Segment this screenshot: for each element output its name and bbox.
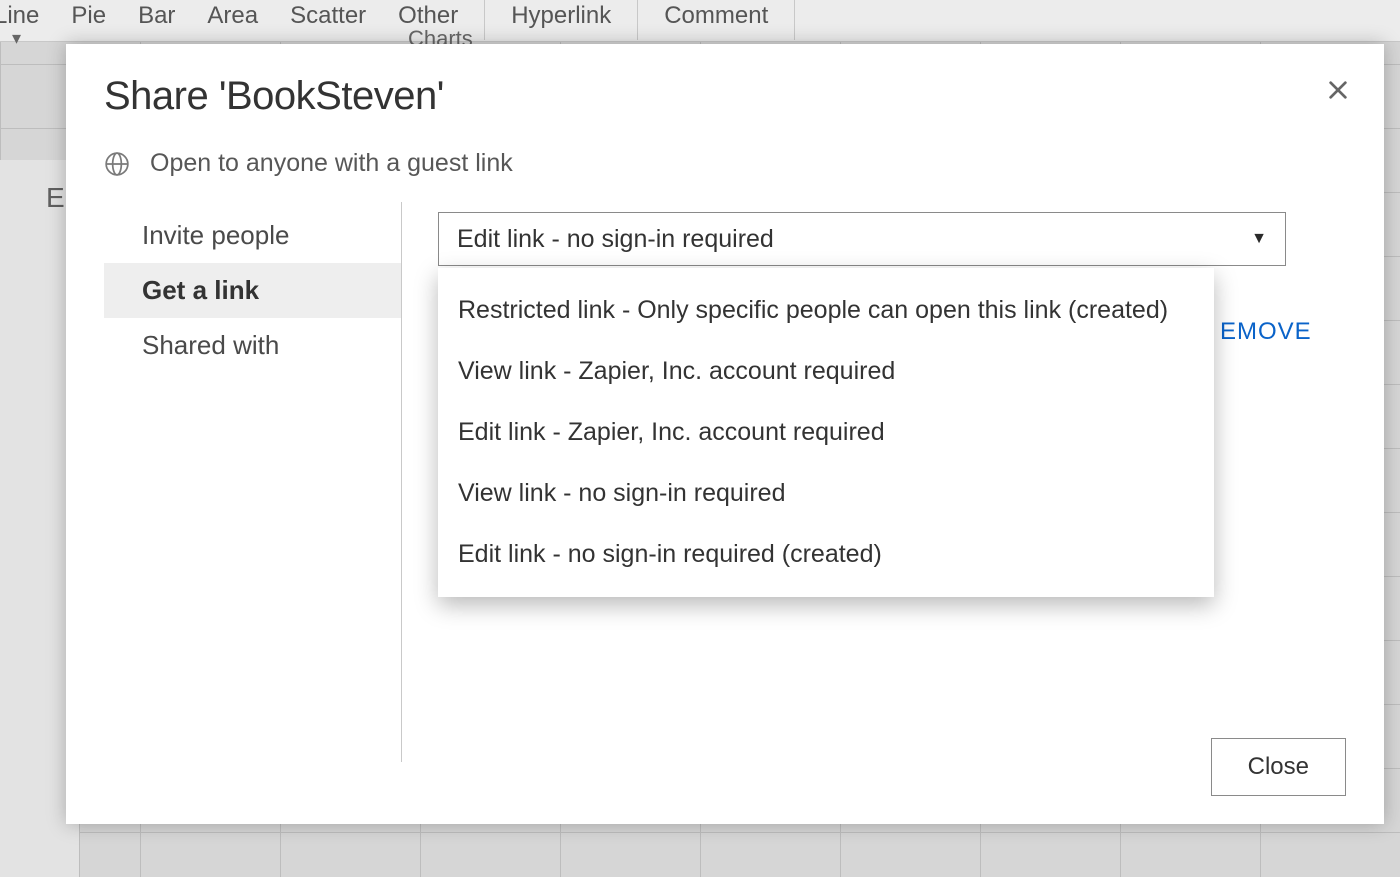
ribbon-separator: [637, 0, 638, 40]
link-type-selected-value: Edit link - no sign-in required: [457, 225, 774, 254]
close-icon[interactable]: [1320, 72, 1356, 108]
ribbon-item-comment[interactable]: Comment: [664, 0, 768, 30]
link-type-select[interactable]: Edit link - no sign-in required ▼: [438, 212, 1286, 266]
globe-icon: [104, 151, 130, 177]
link-option-view-nosignin[interactable]: View link - no sign-in required: [438, 463, 1214, 524]
sidebar-item-shared-with[interactable]: Shared with: [104, 318, 401, 373]
link-option-edit-account[interactable]: Edit link - Zapier, Inc. account require…: [438, 402, 1214, 463]
sidebar-item-get-a-link[interactable]: Get a link: [104, 263, 401, 318]
link-type-dropdown: Restricted link - Only specific people c…: [438, 268, 1214, 597]
link-option-restricted[interactable]: Restricted link - Only specific people c…: [438, 280, 1214, 341]
close-button[interactable]: Close: [1211, 738, 1346, 796]
dialog-sidebar: Invite people Get a link Shared with: [104, 202, 402, 762]
ribbon-item-hyperlink[interactable]: Hyperlink: [511, 0, 611, 30]
share-status-line: Open to anyone with a guest link: [104, 149, 1346, 178]
dialog-title: Share 'BookSteven': [104, 74, 1346, 119]
column-label-e: E: [46, 182, 65, 214]
chevron-down-icon: ▼: [1251, 230, 1267, 248]
share-status-text: Open to anyone with a guest link: [150, 149, 513, 178]
ribbon-item-scatter[interactable]: Scatter: [290, 0, 366, 30]
link-option-view-account[interactable]: View link - Zapier, Inc. account require…: [438, 341, 1214, 402]
ribbon-item-line[interactable]: Line: [0, 0, 39, 30]
ribbon-item-bar[interactable]: Bar: [138, 0, 175, 30]
ribbon-charts-group: Line Pie Bar Area Scatter Other Hyperlin…: [0, 0, 1400, 42]
link-option-edit-nosignin[interactable]: Edit link - no sign-in required (created…: [438, 524, 1214, 585]
ribbon-item-pie[interactable]: Pie: [71, 0, 106, 30]
ribbon-separator: [484, 0, 485, 40]
sidebar-item-invite-people[interactable]: Invite people: [104, 208, 401, 263]
chevron-down-icon[interactable]: ▾: [12, 28, 21, 49]
ribbon-separator: [794, 0, 795, 40]
ribbon-item-area[interactable]: Area: [207, 0, 258, 30]
dialog-main: Edit link - no sign-in required ▼ EMOVE …: [402, 202, 1346, 762]
share-dialog: Share 'BookSteven' Open to anyone with a…: [66, 44, 1384, 824]
remove-link-button-partial[interactable]: EMOVE: [1220, 318, 1312, 346]
